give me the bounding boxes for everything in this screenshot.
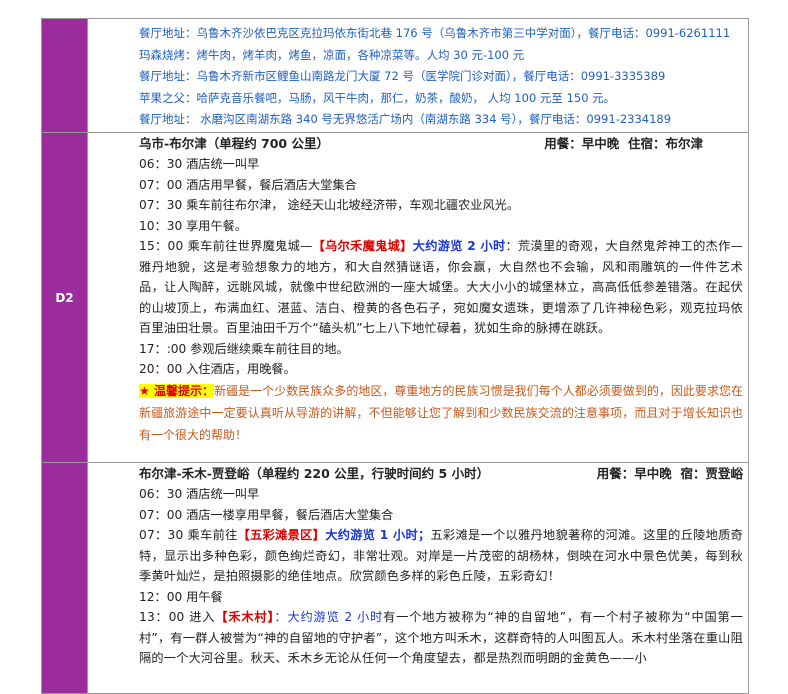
day-header: 布尔津-禾木-贾登峪（单程约 220 公里，行驶时间约 5 小时） 用餐：早中晚… bbox=[139, 463, 743, 484]
day-content: 乌市-布尔津（单程约 700 公里） 用餐：早中晚 住宿：布尔津 06：30 酒… bbox=[88, 133, 749, 462]
day-cell bbox=[42, 19, 88, 132]
attraction-name: 【乌尔禾魔鬼城】 bbox=[312, 239, 413, 253]
schedule-item: 20：00 入住酒店，用晚餐。 bbox=[139, 362, 296, 376]
restaurant-line: 餐厅地址： 水磨沟区南湖东路 340 号无界悠活广场内（南湖东路 334 号），… bbox=[139, 112, 672, 127]
restaurant-info: 餐厅地址：乌鲁木齐沙依巴克区克拉玛依东街北巷 176 号（乌鲁木齐市第三中学对面… bbox=[88, 19, 749, 132]
table-row: 布尔津-禾木-贾登峪（单程约 220 公里，行驶时间约 5 小时） 用餐：早中晚… bbox=[42, 463, 749, 694]
schedule-item: 13：00 进入【禾木村】：大约游览 2 小时有一个地方被称为“神的自留地”，有… bbox=[139, 610, 743, 665]
visit-duration: 大约游览 2 小时 bbox=[412, 239, 506, 253]
table-row: D2 乌市-布尔津（单程约 700 公里） 用餐：早中晚 住宿：布尔津 06：3… bbox=[42, 133, 749, 463]
schedule-item: 17：:00 参观后继续乘车前往目的地。 bbox=[139, 341, 349, 356]
schedule-item: 06：30 酒店统一叫早 bbox=[139, 157, 260, 171]
day-cell: D2 bbox=[42, 133, 88, 462]
schedule-item: 12：00 用午餐 bbox=[139, 589, 223, 604]
visit-duration: 大约游览 1 小时； bbox=[325, 528, 431, 542]
meals-stay: 用餐：早中晚 住宿：布尔津 bbox=[544, 136, 703, 151]
tip-label: ★ 温馨提示： bbox=[139, 383, 215, 398]
schedule-item: 07：30 乘车前往【五彩滩景区】大约游览 1 小时；五彩滩是一个以雅丹地貌著称… bbox=[139, 528, 744, 583]
restaurant-line: 苹果之父：哈萨克音乐餐吧，马肠，风干牛肉，那仁，奶茶，酸奶， 人均 100 元至… bbox=[139, 90, 616, 105]
itinerary-table: 餐厅地址：乌鲁木齐沙依巴克区克拉玛依东街北巷 176 号（乌鲁木齐市第三中学对面… bbox=[41, 18, 749, 694]
restaurant-line: 餐厅地址：乌鲁木齐新市区鲤鱼山南路龙门大厦 72 号（医学院门诊对面），餐厅电话… bbox=[139, 69, 666, 84]
restaurant-line: 玛森烧烤：烤牛肉，烤羊肉，烤鱼，凉面，各种凉菜等。人均 30 元-100 元 bbox=[139, 47, 525, 62]
attraction-name: 【禾木村】 bbox=[215, 610, 275, 624]
schedule-item: 06：30 酒店统一叫早 bbox=[139, 487, 260, 501]
schedule-item: 07：30 乘车前往布尔津， 途经天山北坡经济带，车观北疆农业风光。 bbox=[139, 198, 520, 212]
route-title: 乌市-布尔津（单程约 700 公里） bbox=[139, 136, 329, 151]
restaurant-line: 餐厅地址：乌鲁木齐沙依巴克区克拉玛依东街北巷 176 号（乌鲁木齐市第三中学对面… bbox=[139, 26, 731, 40]
day-label: D2 bbox=[55, 290, 74, 305]
schedule-item: 07：00 酒店用早餐，餐后酒店大堂集合 bbox=[139, 177, 357, 192]
schedule-item: 07：00 酒店一楼享用早餐，餐后酒店大堂集合 bbox=[139, 507, 394, 522]
schedule-item: 10：30 享用午餐。 bbox=[139, 218, 248, 233]
schedule-item: 15：00 乘车前往世界魔鬼城—【乌尔禾魔鬼城】大约游览 2 小时：荒漠里的奇观… bbox=[139, 239, 743, 335]
day-content: 布尔津-禾木-贾登峪（单程约 220 公里，行驶时间约 5 小时） 用餐：早中晚… bbox=[88, 463, 749, 693]
day-header: 乌市-布尔津（单程约 700 公里） 用餐：早中晚 住宿：布尔津 bbox=[139, 133, 743, 154]
visit-duration: ：大约游览 2 小时 bbox=[274, 610, 384, 624]
attraction-name: 【五彩滩景区】 bbox=[237, 528, 326, 542]
table-row: 餐厅地址：乌鲁木齐沙依巴克区克拉玛依东街北巷 176 号（乌鲁木齐市第三中学对面… bbox=[42, 19, 749, 133]
day-cell bbox=[42, 463, 88, 693]
meals-stay: 用餐：早中晚 宿：贾登峪 bbox=[596, 466, 743, 481]
route-title: 布尔津-禾木-贾登峪（单程约 220 公里，行驶时间约 5 小时） bbox=[139, 466, 490, 481]
warm-tip: ★ 温馨提示：新疆是一个少数民族众多的地区，尊重地方的民族习惯是我们每个人都必须… bbox=[139, 383, 743, 442]
